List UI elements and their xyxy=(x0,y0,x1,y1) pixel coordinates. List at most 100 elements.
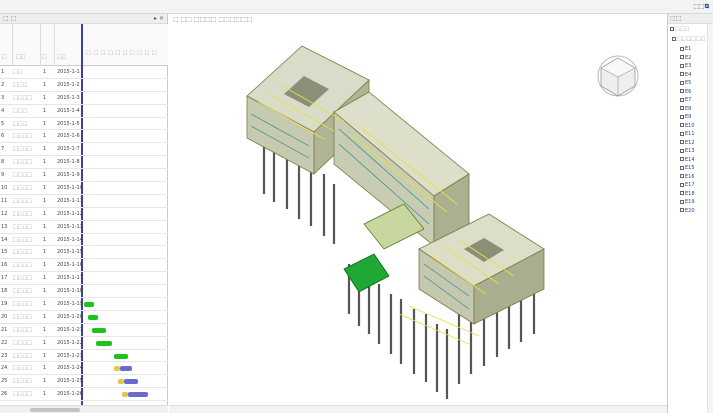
schedule-horizontal-scrollbar[interactable] xyxy=(0,405,168,413)
window-controls[interactable]: ⬚⬚⧉ xyxy=(693,3,709,11)
checkbox-icon[interactable] xyxy=(680,182,684,187)
table-row[interactable]: 8 ⬚⬚⬚⬚ 1 2015-1-8 xyxy=(0,156,168,170)
col-id-header[interactable]: ⬚ xyxy=(2,54,7,60)
viewport-horizontal-scrollbar[interactable] xyxy=(169,405,667,413)
row-name: ⬚⬚⬚⬚ xyxy=(13,146,32,153)
table-row[interactable]: 10 ⬚⬚⬚⬚ 1 2015-1-10 xyxy=(0,182,168,195)
checkbox-icon[interactable] xyxy=(680,123,684,127)
checkbox-icon[interactable] xyxy=(680,148,684,153)
table-row[interactable]: 20 ⬚⬚⬚⬚ 1 2015-1-20 xyxy=(0,311,168,324)
table-row[interactable]: 22 ⬚⬚⬚⬚ 1 2015-1-22 xyxy=(0,337,168,350)
gantt-bar-segment[interactable] xyxy=(114,366,120,372)
checkbox-icon[interactable] xyxy=(680,208,684,212)
table-row[interactable]: 9 ⬚⬚⬚⬚ 1 2015-1-9 xyxy=(0,169,168,183)
tree-item-label: E16 xyxy=(685,173,695,180)
checkbox-icon[interactable] xyxy=(680,63,684,68)
row-duration: 1 xyxy=(43,326,47,333)
table-row[interactable]: 24 ⬚⬚⬚⬚ 1 2015-1-24 xyxy=(0,362,168,376)
col-name-header[interactable]: ⬚⬚ xyxy=(16,54,25,60)
table-row[interactable]: 23 ⬚⬚⬚⬚ 1 2015-1-23 xyxy=(0,350,168,363)
gantt-bar[interactable] xyxy=(92,327,106,333)
gantt-bar-segment[interactable] xyxy=(118,379,124,385)
row-date: 2015-1-13 xyxy=(57,223,83,230)
row-date: 2015-1-5 xyxy=(57,120,80,127)
row-id: 16 xyxy=(1,262,8,269)
gantt-bar[interactable] xyxy=(114,353,128,359)
row-date: 2015-1-6 xyxy=(57,133,80,140)
row-id: 1 xyxy=(1,69,5,75)
checkbox-icon[interactable] xyxy=(680,97,684,102)
checkbox-icon[interactable] xyxy=(680,114,684,119)
row-date: 2015-1-18 xyxy=(57,288,83,295)
row-date: 2015-1-1 xyxy=(57,69,80,75)
row-name: ⬚⬚⬚ xyxy=(13,81,28,88)
row-date: 2015-1-16 xyxy=(57,262,83,269)
table-row[interactable]: 14 ⬚⬚⬚⬚ 1 2015-1-14 xyxy=(0,234,168,247)
checkbox-icon[interactable] xyxy=(680,199,684,204)
checkbox-icon[interactable] xyxy=(680,55,684,59)
row-date: 2015-1-7 xyxy=(57,146,80,153)
table-row[interactable]: 7 ⬚⬚⬚⬚ 1 2015-1-7 xyxy=(0,143,168,157)
table-row[interactable]: 12 ⬚⬚⬚⬚ 1 2015-1-12 xyxy=(0,208,168,221)
panel-controls[interactable]: ▸ × xyxy=(154,15,164,22)
row-date: 2015-1-4 xyxy=(57,107,80,114)
row-id: 6 xyxy=(1,133,5,140)
checkbox-icon[interactable] xyxy=(680,80,684,85)
table-row[interactable]: 16 ⬚⬚⬚⬚ 1 2015-1-16 xyxy=(0,259,168,273)
checkbox-icon[interactable] xyxy=(680,131,684,136)
tree-root[interactable]: ⬚⬚⬚ xyxy=(670,26,689,35)
checkbox-icon[interactable] xyxy=(680,106,684,110)
table-row[interactable]: 25 ⬚⬚⬚⬚ 1 2015-1-25 xyxy=(0,375,168,389)
table-row[interactable]: 17 ⬚⬚⬚⬚ 1 2015-1-17 xyxy=(0,272,168,286)
table-row[interactable]: 19 ⬚⬚⬚⬚ 1 2015-1-19 xyxy=(0,298,168,311)
table-row[interactable]: 6 ⬚⬚⬚⬚ 1 2015-1-6 xyxy=(0,130,168,144)
table-row[interactable]: 11 ⬚⬚⬚⬚ 1 2015-1-11 xyxy=(0,195,168,208)
table-row[interactable]: 18 ⬚⬚⬚⬚ 1 2015-1-18 xyxy=(0,285,168,299)
row-name: ⬚⬚⬚⬚ xyxy=(13,94,32,101)
checkbox-icon[interactable] xyxy=(680,46,684,51)
table-row[interactable]: 15 ⬚⬚⬚⬚ 1 2015-1-15 xyxy=(0,246,168,260)
gantt-bar[interactable] xyxy=(88,314,98,320)
row-date: 2015-1-9 xyxy=(57,172,80,179)
gantt-bar[interactable] xyxy=(128,392,148,398)
row-name: ⬚⬚⬚⬚ xyxy=(13,262,32,269)
gantt-bar[interactable] xyxy=(120,366,132,372)
row-id: 19 xyxy=(1,301,8,308)
tree-vertical-scrollbar[interactable] xyxy=(707,24,713,413)
table-row[interactable]: 1 ⬚⬚ 1 2015-1-1 xyxy=(0,66,168,79)
checkbox-icon[interactable] xyxy=(680,191,684,195)
checkbox-icon[interactable] xyxy=(680,165,684,170)
row-name: ⬚⬚⬚⬚ xyxy=(13,197,32,204)
table-row[interactable]: 3 ⬚⬚⬚⬚ 1 2015-1-3 xyxy=(0,92,168,105)
row-duration: 1 xyxy=(43,249,47,256)
table-row[interactable]: 2 ⬚⬚⬚ 1 2015-1-2 xyxy=(0,79,168,92)
checkbox-icon[interactable] xyxy=(680,157,684,161)
gantt-bar[interactable] xyxy=(96,340,112,346)
table-row[interactable]: 21 ⬚⬚⬚⬚ 1 2015-1-21 xyxy=(0,324,168,337)
schedule-grid-header: ⬚ ⬚⬚ ⬚ ⬚⬚ ⬚ ⬚ ⬚ ⬚ ⬚ ⬚ ⬚ ⬚ ⬚ ⬚ xyxy=(0,24,168,66)
col-date-header[interactable]: ⬚⬚ xyxy=(57,54,66,60)
row-duration: 1 xyxy=(43,197,47,204)
col-duration-header[interactable]: ⬚ xyxy=(42,54,47,60)
building-model[interactable] xyxy=(169,14,667,405)
tree-item-label: E17 xyxy=(685,182,695,188)
gantt-bar-segment[interactable] xyxy=(122,392,128,398)
row-id: 25 xyxy=(1,378,8,385)
view-cube-icon[interactable] xyxy=(597,55,639,97)
table-row[interactable]: 13 ⬚⬚⬚⬚ 1 2015-1-13 xyxy=(0,221,168,234)
checkbox-icon[interactable] xyxy=(680,140,684,144)
tree-node[interactable]: ⬚⬚⬚⬚⬚⬚ xyxy=(672,36,705,45)
row-name: ⬚⬚⬚⬚ xyxy=(13,275,32,282)
row-duration: 1 xyxy=(43,146,47,153)
gantt-bar[interactable] xyxy=(84,302,94,308)
table-row[interactable]: 5 ⬚⬚⬚ 1 2015-1-5 xyxy=(0,118,168,131)
checkbox-icon[interactable] xyxy=(680,174,684,178)
checkbox-icon[interactable] xyxy=(680,72,684,76)
checkbox-icon[interactable] xyxy=(680,89,684,93)
model-viewport[interactable]: ⬚ ⬚⬚ ⬚⬚⬚⬚ ⬚⬚⬚⬚⬚⬚ xyxy=(169,14,667,413)
row-id: 17 xyxy=(1,275,8,282)
table-row[interactable]: 26 ⬚⬚⬚⬚ 1 2015-1-26 xyxy=(0,388,168,402)
gantt-bar[interactable] xyxy=(124,379,138,385)
table-row[interactable]: 4 ⬚⬚⬚ 1 2015-1-4 xyxy=(0,105,168,118)
row-id: 9 xyxy=(1,172,5,179)
